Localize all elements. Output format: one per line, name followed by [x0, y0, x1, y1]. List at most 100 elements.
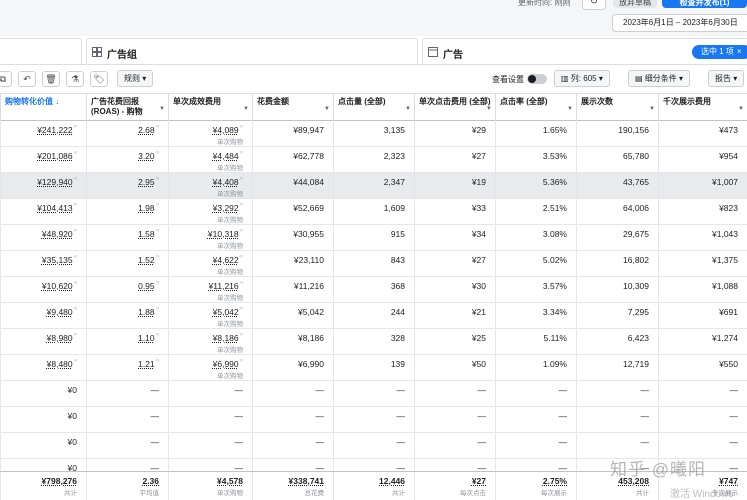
table-row[interactable]: ¥241,222⁽ⁱ⁾ 2.68⁽ⁱ⁾ ¥4,089⁽ⁱ⁾ 单次购物 ¥89,947 3,… [0, 121, 747, 147]
cell-value: 7,295 [627, 307, 649, 317]
cell-value: ¥104,413 [37, 203, 73, 213]
column-header-cpc[interactable]: 单次点击费用 (全部) ▼ [414, 94, 495, 121]
table-cell: ¥35,135⁽ⁱ⁾ [0, 251, 86, 277]
table-cell: ¥23,110 [252, 251, 333, 277]
table-cell: 328 [333, 329, 414, 355]
table-row[interactable]: ¥9,480⁽ⁱ⁾ 1.88⁽ⁱ⁾ ¥5,042⁽ⁱ⁾ 单次购物 ¥5,042 244 ¥2… [0, 303, 747, 329]
cell-value: ¥8,480 [46, 359, 73, 369]
cell-value: ¥6,990 [212, 359, 239, 369]
table-row[interactable]: ¥8,980⁽ⁱ⁾ 1.10⁽ⁱ⁾ ¥8,186⁽ⁱ⁾ 单次购物 ¥8,186 328 ¥2… [0, 329, 747, 355]
table-cell: ¥0 [0, 433, 86, 459]
table-row[interactable]: ¥10,620⁽ⁱ⁾ 0.95⁽ⁱ⁾ ¥11,216⁽ⁱ⁾ 单次购物 ¥11,216 36… [0, 277, 747, 303]
total-cell: ¥4,578 单次购物 [168, 472, 252, 500]
total-cell: 2.36 平均值 [86, 472, 168, 500]
info-icon: ⁽ⁱ⁾ [73, 333, 77, 339]
table-row[interactable]: ¥201,086⁽ⁱ⁾ 3.20⁽ⁱ⁾ ¥4,484⁽ⁱ⁾ 单次购物 ¥62,778 2,… [0, 147, 747, 173]
cell-value: — [640, 437, 650, 447]
table-row[interactable]: ¥35,135⁽ⁱ⁾ 1.52⁽ⁱ⁾ ¥4,622⁽ⁱ⁾ 单次购物 ¥23,110 843… [0, 251, 747, 277]
table-cell: 12,719 [576, 355, 658, 381]
total-value: 12,446 [379, 476, 405, 486]
column-header-amount-spent[interactable]: 花费金额 ▼ [252, 94, 333, 121]
total-value: ¥27 [471, 476, 486, 486]
table-row[interactable]: ¥48,920⁽ⁱ⁾ 1.58⁽ⁱ⁾ ¥10,318⁽ⁱ⁾ 单次购物 ¥30,955 91… [0, 225, 747, 251]
cell-value: ¥6,990 [298, 359, 324, 369]
column-header-roas[interactable]: 广告花费回报 (ROAS) - 购物 ▼ [86, 94, 168, 121]
table-row[interactable]: ¥8,480⁽ⁱ⁾ 1.21⁽ⁱ⁾ ¥6,990⁽ⁱ⁾ 单次购物 ¥6,990 139 ¥5… [0, 355, 747, 381]
cell-value: ¥1,007 [712, 177, 738, 187]
column-header-purchase-value[interactable]: 购物转化价值 ↓ [0, 94, 86, 121]
table-cell: 65,780 [576, 147, 658, 173]
undo-icon[interactable]: ↶ [18, 71, 36, 87]
column-header-label: 单次点击费用 (全部) [419, 97, 491, 106]
info-icon: ⁽ⁱ⁾ [155, 229, 159, 235]
reports-dropdown[interactable]: 报告 ▾ [708, 70, 745, 87]
selected-count-pill[interactable]: 选中 1 项 × [692, 45, 747, 59]
tab-adsets[interactable]: 广告组 [86, 38, 418, 64]
table-row[interactable]: ¥0 — — — — — — — — [0, 407, 747, 433]
cell-value: ¥27 [471, 151, 486, 161]
table-cell: 5.36% [495, 173, 576, 199]
rules-dropdown[interactable]: 规则 ▾ [117, 70, 154, 87]
info-icon: ⁽ⁱ⁾ [155, 203, 159, 209]
table-cell: — [333, 433, 414, 459]
column-header-label: 广告花费回报 (ROAS) - 购物 [91, 97, 143, 116]
cell-value: — [315, 437, 325, 447]
table-cell: 3,135 [333, 121, 414, 147]
column-header-cpm[interactable]: 千次展示费用 ▼ [658, 94, 747, 121]
duplicate-icon[interactable]: ⧉ [0, 71, 12, 87]
table-cell: ¥129,940⁽ⁱ⁾ [0, 173, 86, 199]
refresh-button[interactable]: ↻ [582, 0, 606, 10]
tag-icon[interactable]: 🏷 [90, 71, 108, 87]
columns-dropdown[interactable]: ▥ 列: 605 ▾ [554, 70, 610, 87]
table-cell: ¥8,480⁽ⁱ⁾ [0, 355, 86, 381]
column-header-impressions[interactable]: 展示次数 ▼ [576, 94, 658, 121]
cell-value: 10,309 [623, 281, 649, 291]
table-row[interactable]: ¥104,413⁽ⁱ⁾ 1.98⁽ⁱ⁾ ¥3,292⁽ⁱ⁾ 单次购物 ¥52,669 1,… [0, 199, 747, 225]
close-icon[interactable]: × [737, 47, 742, 56]
discard-draft-button[interactable]: 放弃草稿 [613, 0, 657, 8]
table-row[interactable]: ¥0 — — — — — — — — [0, 381, 747, 407]
info-icon: ⁽ⁱ⁾ [239, 125, 243, 131]
cell-value: 1.65% [542, 125, 567, 135]
table-cell: — [414, 433, 495, 459]
info-icon: ⁽ⁱ⁾ [73, 359, 77, 365]
cell-value: 1.88 [138, 307, 155, 317]
info-icon: ⁽ⁱ⁾ [239, 307, 243, 313]
ab-test-icon[interactable]: ⚗ [66, 71, 84, 87]
table-cell: 139 [333, 355, 414, 381]
cell-value: ¥473 [719, 125, 738, 135]
cell-value: ¥35,135 [41, 255, 73, 265]
table-cell: ¥1,088 [658, 277, 747, 303]
column-header-clicks[interactable]: 点击量 (全部) ▼ [333, 94, 414, 121]
tab-campaigns[interactable] [0, 38, 82, 64]
table-cell: 2,347 [333, 173, 414, 199]
date-range-picker[interactable]: 2023年6月1日 – 2023年6月30日 [612, 14, 747, 32]
total-sub-label: 总花费 [304, 490, 325, 497]
table-cell: 1.21⁽ⁱ⁾ [86, 355, 168, 381]
table-cell: — [658, 407, 747, 433]
table-cell: — [495, 407, 576, 433]
column-header-cost-per-result[interactable]: 单次成效费用 ▼ [168, 94, 252, 121]
cell-value: 915 [390, 229, 405, 239]
breakdown-dropdown[interactable]: ▤ 细分条件 ▾ [628, 70, 691, 87]
cell-value: — [640, 385, 650, 395]
sort-icon: ▼ [159, 106, 165, 112]
cell-value: ¥5,042 [298, 307, 324, 317]
cell-value: 1.09% [542, 359, 567, 369]
sort-icon: ▼ [738, 106, 744, 112]
cell-value: — [729, 385, 739, 395]
table-cell: 3.34% [495, 303, 576, 329]
total-sub-label: 每次点击 [460, 490, 486, 497]
cell-value: ¥23,110 [293, 255, 324, 265]
cell-sub-label: 单次购物 [217, 347, 243, 354]
cell-sub-label: 单次购物 [217, 165, 243, 172]
cell-sub-label: 单次购物 [217, 269, 243, 276]
table-row[interactable]: ¥129,940⁽ⁱ⁾ 2.95⁽ⁱ⁾ ¥4,408⁽ⁱ⁾ 单次购物 ¥44,084 2,… [0, 173, 747, 199]
cell-value: ¥1,088 [712, 281, 738, 291]
view-settings-toggle[interactable] [527, 74, 547, 84]
delete-icon[interactable]: 🗑 [42, 71, 60, 87]
review-publish-button[interactable]: 检查并发布(1) [662, 0, 747, 8]
cell-value: — [315, 385, 325, 395]
info-icon: ⁽ⁱ⁾ [155, 125, 159, 131]
column-header-ctr[interactable]: 点击率 (全部) ▼ [495, 94, 576, 121]
